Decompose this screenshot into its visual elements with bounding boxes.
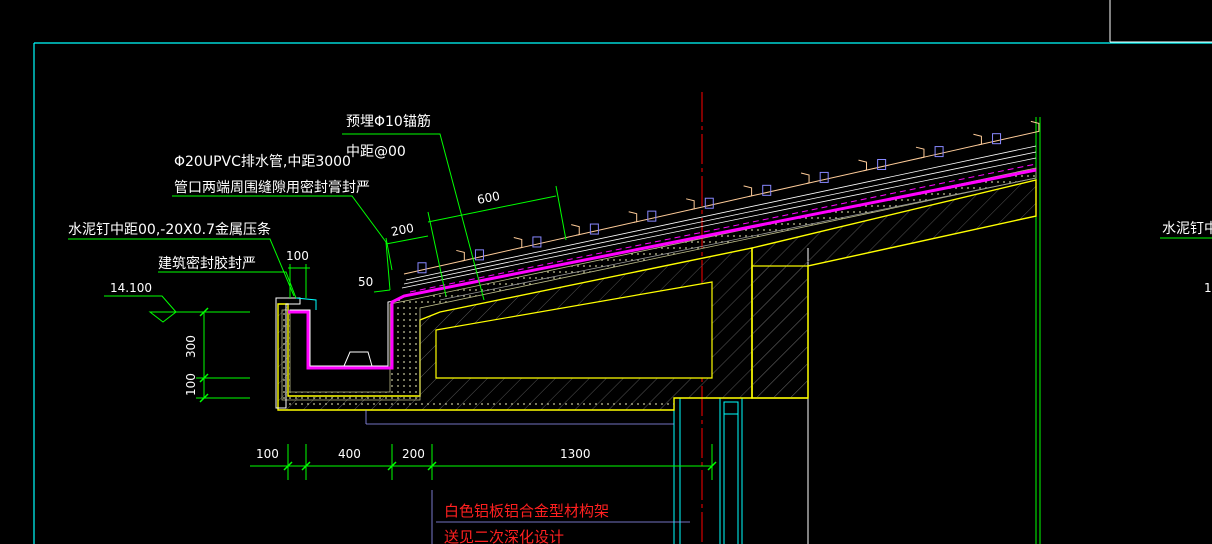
roof-tile (691, 185, 753, 210)
annotation-drain-pipe: Φ20UPVC排水管,中距3000 (174, 154, 351, 170)
tile-clip (647, 210, 657, 222)
tile-clip (819, 171, 829, 183)
roof-tile (863, 146, 925, 172)
annotation-cement-nail: 水泥钉中距00,-20X0.7金属压条 (68, 221, 271, 238)
tile-clip (474, 249, 484, 261)
roof-tile (576, 211, 638, 236)
edge-digit: 1 (1204, 281, 1212, 295)
cad-drawing-canvas[interactable]: 预埋Φ10锚筋 中距@00 Φ20UPVC排水管,中距3000 管口两端周围缝隙… (0, 0, 1212, 544)
roof-tile (633, 198, 695, 223)
roof-tile (978, 120, 1040, 146)
dim-100-top: 100 (286, 249, 309, 263)
elevation-marker (148, 311, 178, 323)
annotation-pipe-seal: 管口两端周围缝隙用密封膏封严 (174, 179, 370, 196)
annotation-sealant: 建筑密封胶封严 (158, 255, 256, 272)
tile-clip (532, 236, 542, 248)
note-secondary-design: 送见二次深化设计 (444, 528, 564, 544)
roof-tile (748, 172, 810, 198)
tile-clip (934, 146, 944, 158)
dim-300: 300 (184, 335, 198, 358)
tile-clip (992, 133, 1002, 145)
dim-600: 600 (476, 189, 501, 207)
roof-tile (920, 133, 982, 159)
guide-lines (365, 410, 690, 544)
roof-tile (403, 249, 465, 275)
dim-50: 50 (358, 275, 373, 289)
elevation-label: 14.100 (110, 281, 152, 295)
tile-clip (417, 262, 427, 274)
dim-1300: 1300 (560, 447, 591, 461)
annotation-embedded-rebar: 预埋Φ10锚筋 (346, 113, 431, 130)
dim-400: 400 (338, 447, 361, 461)
tile-clip (704, 197, 714, 209)
dim-200-bottom: 200 (402, 447, 425, 461)
dim-100-bottom: 100 (256, 447, 279, 461)
roof-tile (806, 159, 868, 185)
annotation-cement-nail-right: 水泥钉中 (1162, 221, 1212, 237)
roof-tile (518, 224, 580, 249)
dim-100-left: 100 (184, 373, 198, 396)
tile-clip (762, 184, 772, 196)
tile-clip (877, 159, 887, 170)
dim-200-top: 200 (390, 221, 415, 239)
annotation-rebar-spacing: 中距@00 (346, 144, 406, 160)
tile-clip (589, 223, 599, 235)
note-aluminum-frame: 白色铝板铝合金型材构架 (444, 502, 609, 520)
gutter (275, 297, 401, 409)
